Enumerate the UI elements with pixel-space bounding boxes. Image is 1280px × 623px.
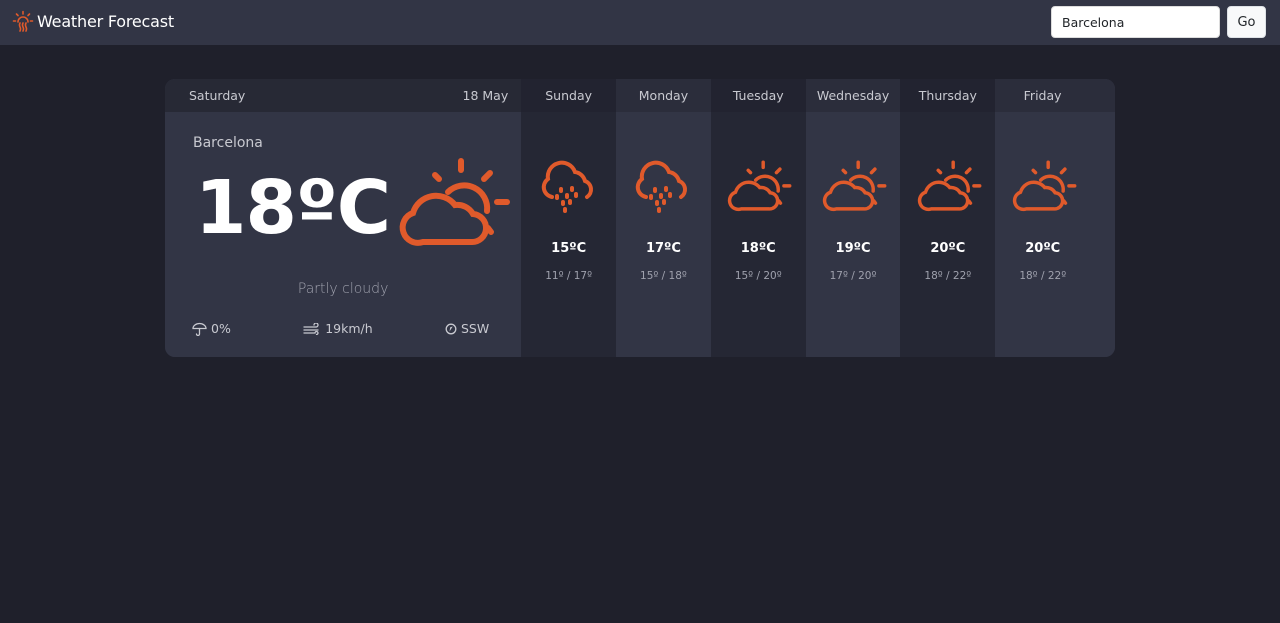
- wind-direction-value: SSW: [461, 321, 490, 336]
- current-temperature: 18ºC: [195, 165, 391, 251]
- partly-cloudy-icon: [1009, 157, 1077, 217]
- precipitation-value: 0%: [211, 321, 231, 336]
- forecast-day-name: Friday: [995, 79, 1115, 112]
- forecast-temp-range: 15º / 18º: [640, 270, 687, 282]
- weather-condition: Partly cloudy: [297, 281, 389, 297]
- brand[interactable]: Weather Forecast: [12, 10, 174, 32]
- forecast-temp-range: 11º / 17º: [545, 270, 593, 282]
- location-name: Barcelona: [193, 135, 263, 151]
- forecast-day-name: Thursday: [900, 79, 996, 112]
- forecast-day-name: Wednesday: [805, 79, 901, 112]
- search-form: Go: [1051, 6, 1266, 38]
- forecast-temperature: 17ºC: [645, 241, 681, 256]
- forecast-day: Friday 20ºC 18º / 22º: [995, 79, 1115, 357]
- partly-cloudy-icon: [393, 157, 511, 251]
- city-search-input[interactable]: [1051, 6, 1220, 38]
- today-panel: Saturday 18 May Barcelona 18ºC Partly cl…: [165, 79, 522, 357]
- sun-heat-icon: [12, 10, 34, 32]
- forecast-temp-range: 18º / 22º: [1019, 270, 1067, 282]
- wind-speed-value: 19km/h: [325, 321, 373, 336]
- app-title: Weather Forecast: [37, 11, 174, 31]
- today-date: 18 May: [462, 88, 509, 103]
- forecast-day: Thursday 20ºC 18º / 22º: [900, 79, 996, 357]
- forecast-temperature: 20ºC: [1025, 241, 1061, 256]
- forecast-day: Tuesday 18ºC 15º / 20º: [710, 79, 806, 357]
- forecast-temp-range: 15º / 20º: [734, 270, 782, 282]
- umbrella-icon: [192, 322, 207, 336]
- go-button[interactable]: Go: [1227, 6, 1266, 38]
- forecast-temperature: 20ºC: [930, 241, 966, 256]
- forecast-temperature: 15ºC: [551, 241, 587, 256]
- wind-direction: SSW: [445, 321, 489, 336]
- forecast-day-name: Monday: [616, 79, 711, 112]
- forecast-temp-range: 17º / 20º: [829, 270, 877, 282]
- weather-details: 0% 19km/h SSW: [192, 321, 489, 336]
- forecast-day: Wednesday 19ºC 17º / 20º: [805, 79, 901, 357]
- partly-cloudy-icon: [914, 157, 982, 217]
- today-header: Saturday 18 May: [165, 79, 522, 112]
- partly-cloudy-icon: [819, 157, 887, 217]
- compass-icon: [445, 323, 457, 334]
- forecast-day: Sunday 15ºC 11º / 17º: [521, 79, 617, 357]
- rain-icon: [629, 157, 697, 217]
- today-day: Saturday: [189, 88, 246, 103]
- partly-cloudy-icon: [724, 157, 792, 217]
- forecast-temperature: 19ºC: [835, 241, 871, 256]
- wind-icon: [303, 322, 319, 335]
- weather-card: Saturday 18 May Barcelona 18ºC Partly cl…: [165, 79, 1115, 357]
- rain-icon: [535, 157, 603, 217]
- forecast-day-name: Tuesday: [710, 79, 806, 112]
- navbar: Weather Forecast Go: [0, 0, 1280, 45]
- forecast-temperature: 18ºC: [740, 241, 776, 256]
- forecast-day: Monday 17ºC 15º / 18º: [616, 79, 711, 357]
- wind-speed: 19km/h: [303, 321, 373, 336]
- precipitation: 0%: [192, 321, 231, 336]
- forecast-day-name: Sunday: [521, 79, 617, 112]
- forecast-temp-range: 18º / 22º: [924, 270, 972, 282]
